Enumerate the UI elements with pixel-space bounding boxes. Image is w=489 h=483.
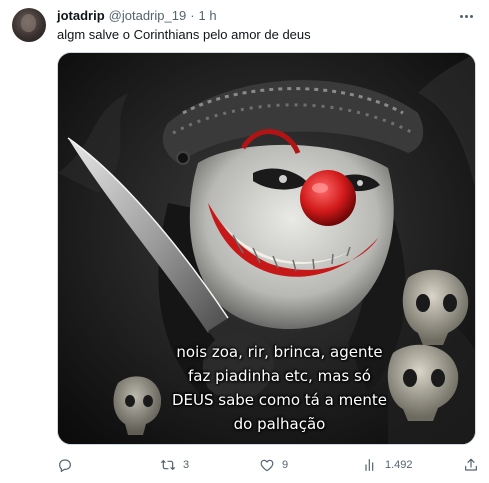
avatar[interactable] bbox=[12, 8, 46, 42]
retweet-count: 3 bbox=[183, 459, 190, 471]
tweet-text: algm salve o Corinthians pelo amor de de… bbox=[57, 27, 311, 42]
more-options-button[interactable] bbox=[457, 8, 475, 24]
tweet-actions: 3 9 1.492 bbox=[57, 456, 479, 474]
reply-bubble-icon bbox=[59, 459, 71, 472]
retweet-button[interactable]: 3 bbox=[160, 456, 189, 474]
caption-line: DEUS sabe como tá a mente bbox=[171, 391, 388, 409]
heart-icon bbox=[260, 459, 274, 472]
retweet-icon bbox=[161, 460, 175, 470]
like-count: 9 bbox=[282, 459, 289, 471]
image-caption-overlay: nois zoa, rir, brinca, agente faz piadin… bbox=[58, 340, 475, 436]
views-count: 1.492 bbox=[385, 459, 413, 471]
display-name[interactable]: jotadrip bbox=[57, 8, 105, 24]
caption-line: do palhação bbox=[233, 415, 326, 433]
tweet[interactable]: jotadrip @jotadrip_19 · 1 h algm salve o… bbox=[0, 0, 489, 483]
caption-line: faz piadinha etc, mas só bbox=[188, 367, 371, 385]
tweet-media-image[interactable]: nois zoa, rir, brinca, agente faz piadin… bbox=[57, 52, 476, 445]
caption-line: nois zoa, rir, brinca, agente bbox=[176, 343, 383, 361]
views-button[interactable]: 1.492 bbox=[362, 456, 413, 474]
share-upload-icon bbox=[465, 458, 477, 471]
views-bar-chart-icon bbox=[365, 459, 374, 471]
timestamp[interactable]: 1 h bbox=[199, 8, 217, 24]
like-button[interactable]: 9 bbox=[259, 456, 288, 474]
user-handle[interactable]: @jotadrip_19 bbox=[109, 8, 187, 24]
separator-dot: · bbox=[190, 8, 195, 23]
reply-button[interactable] bbox=[57, 456, 80, 474]
share-button[interactable] bbox=[463, 456, 479, 474]
more-horizontal-icon bbox=[459, 14, 463, 18]
tweet-header: jotadrip @jotadrip_19 · 1 h bbox=[57, 8, 217, 24]
